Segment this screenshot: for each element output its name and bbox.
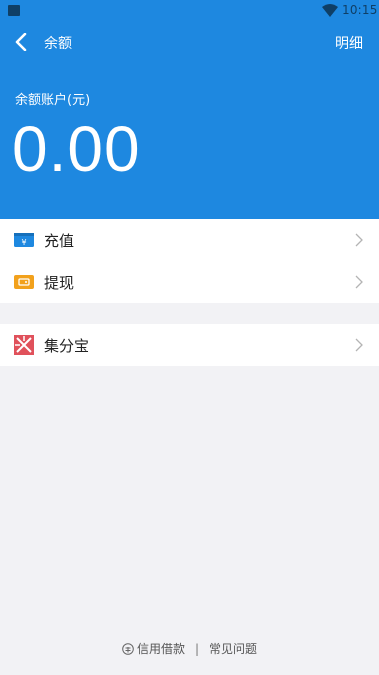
withdraw-label: 提现 (44, 273, 75, 292)
page-title: 余额 (44, 36, 72, 52)
jifenbao-label: 集分宝 (44, 336, 90, 355)
footer-separator: | (194, 641, 200, 656)
status-bar: 10:15 (0, 0, 379, 22)
chevron-right-icon (355, 338, 363, 352)
balance-account-label: 余额账户(元) (15, 93, 91, 108)
recharge-label: 充值 (44, 231, 75, 250)
jifenbao-group: 集分宝 (0, 324, 379, 366)
faq-link[interactable]: 常见问题 (209, 640, 257, 657)
detail-link[interactable]: 明细 (335, 33, 363, 53)
nav-bar: 余额 明细 (0, 22, 379, 62)
withdraw-item[interactable]: 提现 (0, 261, 379, 303)
notification-icon (8, 5, 20, 16)
recharge-icon: ¥ (14, 233, 34, 247)
recharge-item[interactable]: ¥ 充值 (0, 219, 379, 261)
chevron-left-icon (15, 33, 27, 51)
credit-loan-link[interactable]: 信用借款 (137, 640, 185, 657)
withdraw-icon (14, 275, 34, 289)
balance-header: 10:15 余额 明细 余额账户(元) 0.00 (0, 0, 379, 219)
jifenbao-item[interactable]: 集分宝 (0, 324, 379, 366)
back-button[interactable] (10, 28, 32, 56)
credit-icon (122, 642, 134, 655)
footer: 信用借款 | 常见问题 (0, 640, 379, 658)
wifi-icon (322, 4, 338, 17)
chevron-right-icon (355, 275, 363, 289)
balance-amount: 0.00 (12, 113, 141, 185)
status-time: 10:15 (342, 3, 378, 17)
jifenbao-icon (14, 335, 34, 355)
balance-actions-group: ¥ 充值 提现 (0, 219, 379, 303)
svg-text:¥: ¥ (21, 238, 26, 247)
chevron-right-icon (355, 233, 363, 247)
